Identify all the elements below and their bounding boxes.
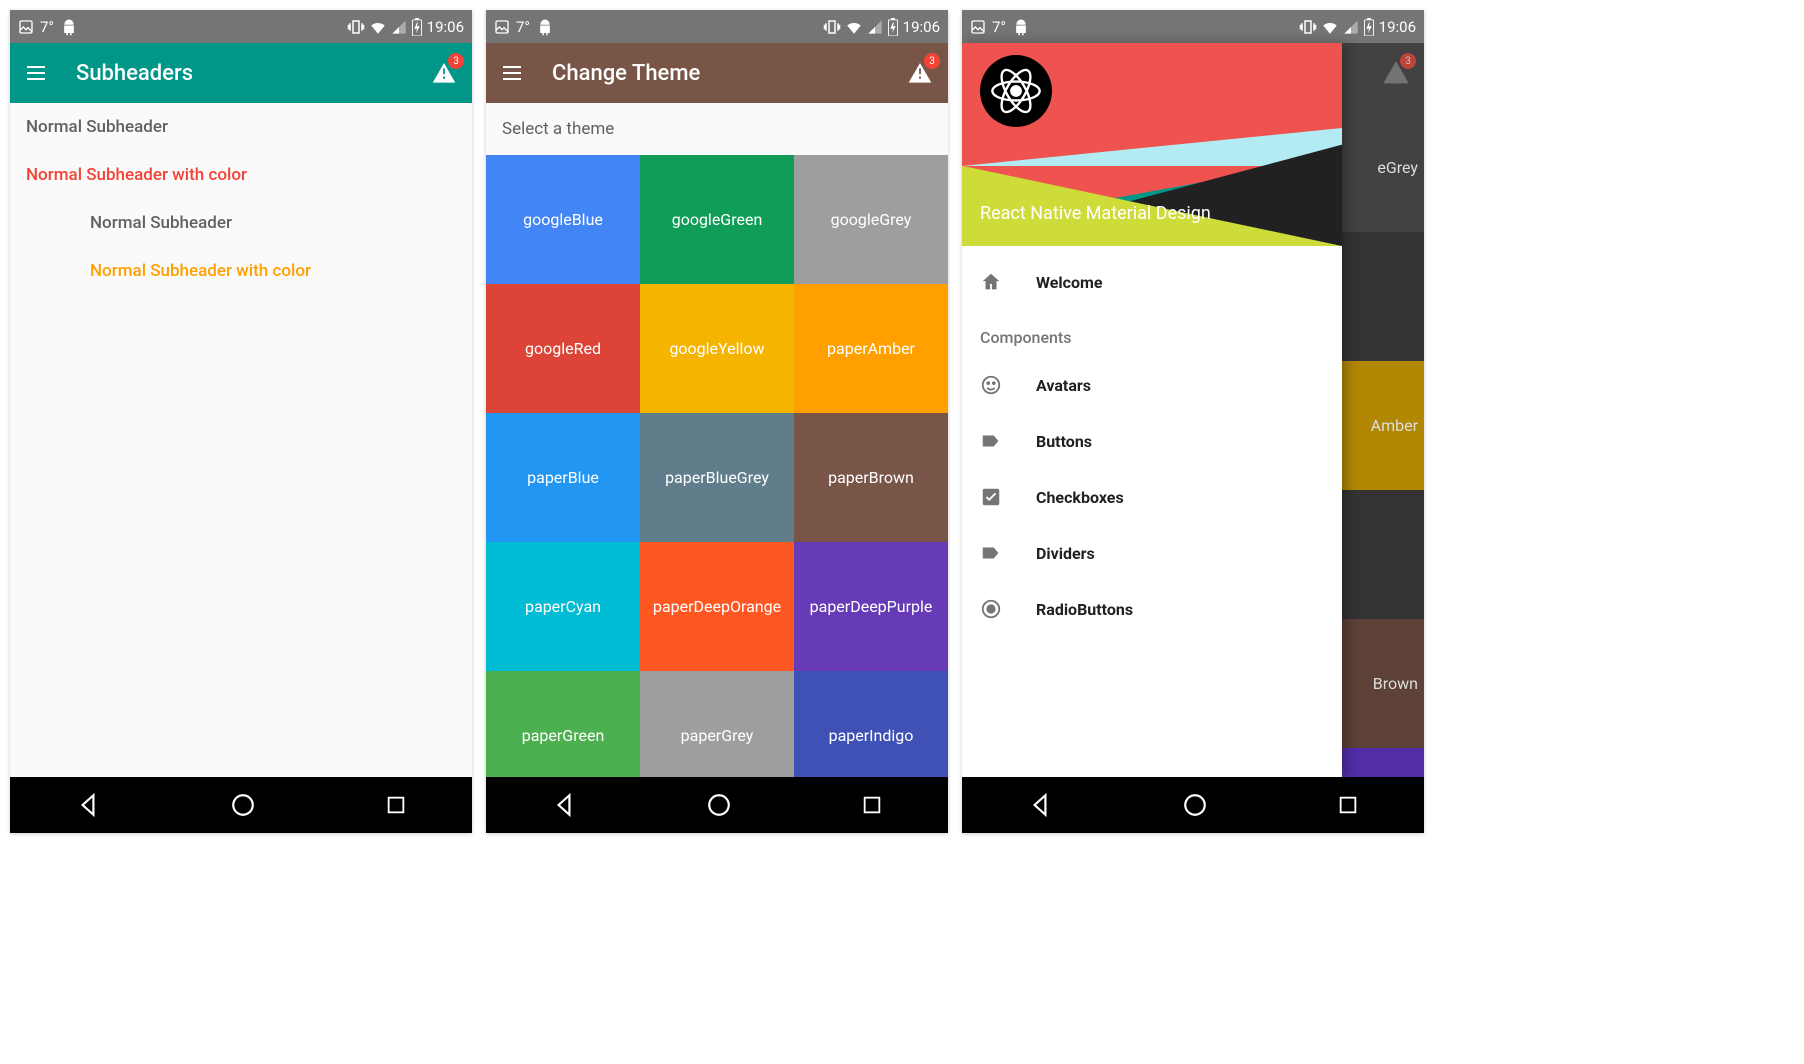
battery-icon xyxy=(887,18,899,36)
recent-button[interactable] xyxy=(1337,794,1359,816)
back-button[interactable] xyxy=(1027,792,1053,818)
wifi-icon xyxy=(845,18,863,36)
gallery-icon xyxy=(494,19,510,35)
wifi-icon xyxy=(369,18,387,36)
warning-icon[interactable]: 3 xyxy=(906,59,934,87)
face-icon xyxy=(980,374,1002,396)
drawer-header: React Native Material Design xyxy=(962,43,1342,246)
page-title: Change Theme xyxy=(552,61,700,86)
checkbox-icon xyxy=(980,486,1002,508)
drawer-item-label: Checkboxes xyxy=(1036,488,1124,507)
signal-icon xyxy=(391,19,407,35)
subheader-item: Normal Subheader with color xyxy=(10,151,472,199)
drawer-item-avatars[interactable]: Avatars xyxy=(962,357,1342,413)
subheader-item: Normal Subheader xyxy=(10,103,472,151)
home-icon xyxy=(980,271,1002,293)
theme-swatch-paperAmber[interactable]: paperAmber xyxy=(794,284,948,413)
theme-swatch-googleRed[interactable]: googleRed xyxy=(486,284,640,413)
nav-bar xyxy=(10,777,472,833)
theme-swatch-googleBlue[interactable]: googleBlue xyxy=(486,155,640,284)
warning-icon[interactable]: 3 xyxy=(430,59,458,87)
phone-subheaders: 7° 19:06 Subheaders 3 Normal SubheaderNo… xyxy=(10,10,472,833)
theme-swatch-paperBlue[interactable]: paperBlue xyxy=(486,413,640,542)
theme-swatch-googleGreen[interactable]: googleGreen xyxy=(640,155,794,284)
gallery-icon xyxy=(970,19,986,35)
nav-drawer: React Native Material Design Welcome Com… xyxy=(962,43,1342,777)
theme-subheader: Select a theme xyxy=(486,103,948,155)
recent-button[interactable] xyxy=(861,794,883,816)
subheader-list: Normal SubheaderNormal Subheader with co… xyxy=(10,103,472,295)
battery-icon xyxy=(411,18,423,36)
drawer-item-checkboxes[interactable]: Checkboxes xyxy=(962,469,1342,525)
home-button[interactable] xyxy=(706,792,732,818)
drawer-title: React Native Material Design xyxy=(980,203,1211,224)
drawer-list: Welcome Components Avatars Buttons Checkbo… xyxy=(962,246,1342,645)
home-button[interactable] xyxy=(1182,792,1208,818)
vibrate-icon xyxy=(1299,18,1317,36)
drawer-item-welcome[interactable]: Welcome xyxy=(962,254,1342,310)
theme-swatch-paperDeepOrange[interactable]: paperDeepOrange xyxy=(640,542,794,671)
theme-swatch-paperDeepPurple[interactable]: paperDeepPurple xyxy=(794,542,948,671)
nav-bar xyxy=(486,777,948,833)
warning-icon: 3 xyxy=(1382,59,1410,87)
gallery-icon xyxy=(18,19,34,35)
phone-change-theme: 7° 19:06 Change Theme 3 Select a theme g… xyxy=(486,10,948,833)
home-button[interactable] xyxy=(230,792,256,818)
signal-icon xyxy=(1343,19,1359,35)
recent-button[interactable] xyxy=(385,794,407,816)
menu-icon[interactable] xyxy=(500,61,524,85)
vibrate-icon xyxy=(823,18,841,36)
drawer-item-label: Buttons xyxy=(1036,432,1092,451)
drawer-item-label: Avatars xyxy=(1036,376,1091,395)
badge-count: 3 xyxy=(1400,53,1416,69)
subheader-item: Normal Subheader xyxy=(10,199,472,247)
drawer-item-buttons[interactable]: Buttons xyxy=(962,413,1342,469)
battery-icon xyxy=(1363,18,1375,36)
wifi-icon xyxy=(1321,18,1339,36)
theme-swatch-googleGrey[interactable]: googleGrey xyxy=(794,155,948,284)
vibrate-icon xyxy=(347,18,365,36)
status-temp: 7° xyxy=(516,18,530,36)
badge-count: 3 xyxy=(448,53,464,69)
status-time: 19:06 xyxy=(427,18,464,36)
theme-swatch-paperBrown[interactable]: paperBrown xyxy=(794,413,948,542)
theme-swatch-googleYellow[interactable]: googleYellow xyxy=(640,284,794,413)
status-time: 19:06 xyxy=(1379,18,1416,36)
signal-icon xyxy=(867,19,883,35)
drawer-item-label: Welcome xyxy=(1036,273,1103,292)
drawer-item-dividers[interactable]: Dividers xyxy=(962,525,1342,581)
android-icon xyxy=(60,18,78,36)
status-bar: 7° 19:06 xyxy=(962,10,1424,43)
android-icon xyxy=(1012,18,1030,36)
status-temp: 7° xyxy=(992,18,1006,36)
android-icon xyxy=(536,18,554,36)
back-button[interactable] xyxy=(75,792,101,818)
theme-grid: googleBluegoogleGreengoogleGrey googleRed… xyxy=(486,155,948,800)
status-bar: 7° 19:06 xyxy=(10,10,472,43)
react-logo-icon xyxy=(980,55,1052,127)
subheader-item: Normal Subheader with color xyxy=(10,247,472,295)
back-button[interactable] xyxy=(551,792,577,818)
drawer-item-label: RadioButtons xyxy=(1036,600,1133,619)
status-time: 19:06 xyxy=(903,18,940,36)
page-title: Subheaders xyxy=(76,61,193,86)
phone-drawer: 7° 19:06 3 eGreyAmberBrownepPurpleIndigo xyxy=(962,10,1424,833)
theme-swatch-paperCyan[interactable]: paperCyan xyxy=(486,542,640,671)
menu-icon[interactable] xyxy=(24,61,48,85)
drawer-item-radiobuttons[interactable]: RadioButtons xyxy=(962,581,1342,637)
label-icon xyxy=(980,542,1002,564)
drawer-subheader: Components xyxy=(962,310,1342,357)
status-bar: 7° 19:06 xyxy=(486,10,948,43)
drawer-item-label: Dividers xyxy=(1036,544,1095,563)
label-icon xyxy=(980,430,1002,452)
app-bar: Change Theme 3 xyxy=(486,43,948,103)
theme-swatch-paperBlueGrey[interactable]: paperBlueGrey xyxy=(640,413,794,542)
app-bar: Subheaders 3 xyxy=(10,43,472,103)
radio-icon xyxy=(980,598,1002,620)
badge-count: 3 xyxy=(924,53,940,69)
status-temp: 7° xyxy=(40,18,54,36)
nav-bar xyxy=(962,777,1424,833)
